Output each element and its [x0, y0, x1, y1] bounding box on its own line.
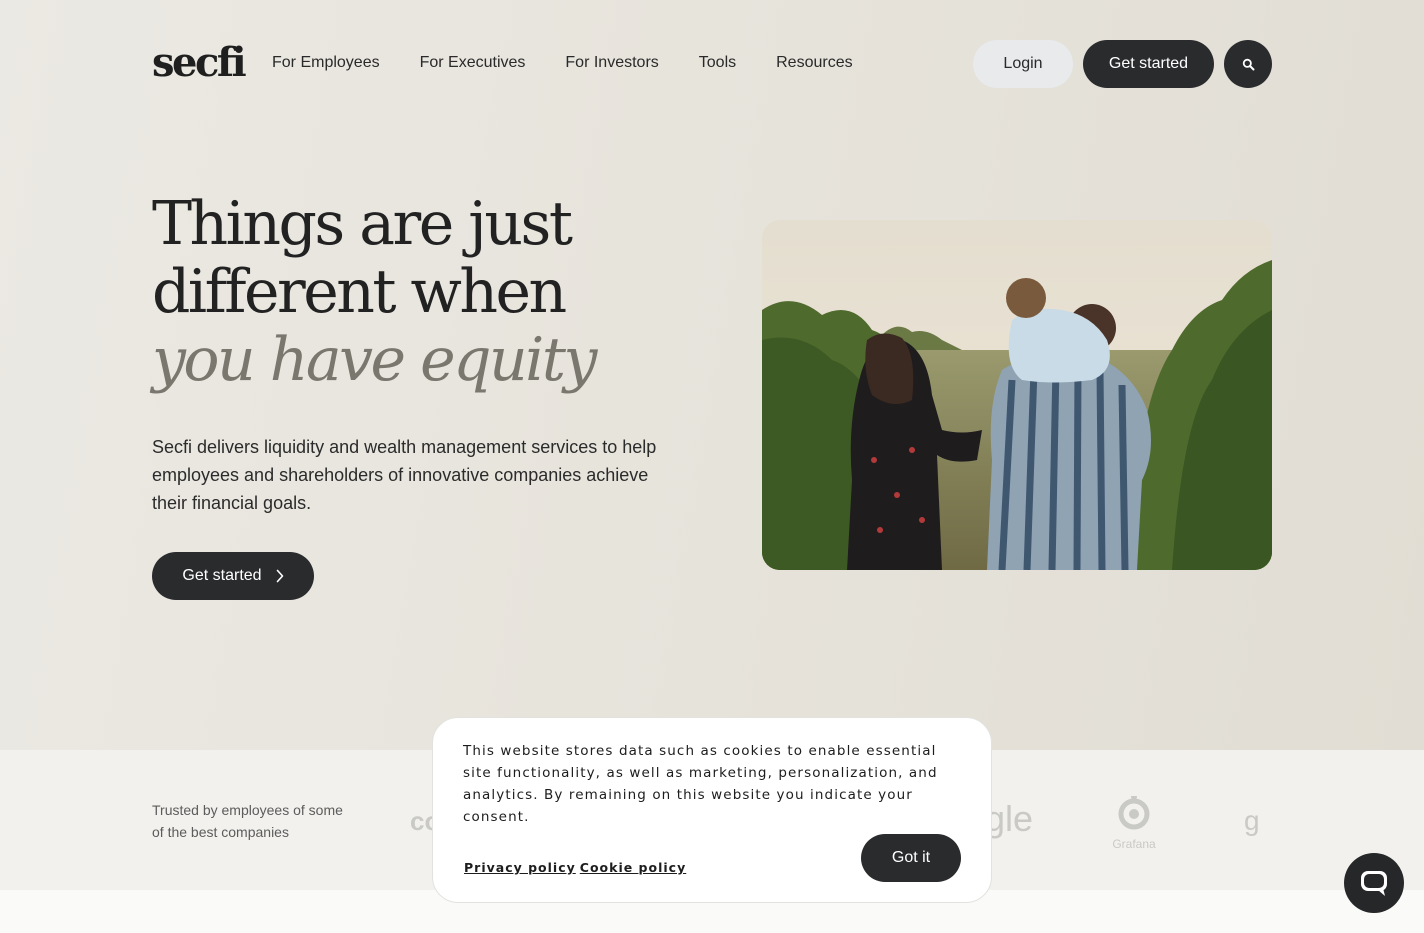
secfi-logo[interactable]: secfi: [152, 40, 247, 86]
company-logo-grafana: Grafana: [1106, 792, 1162, 851]
hero-photo: [762, 220, 1272, 570]
got-it-button[interactable]: Got it: [861, 834, 961, 882]
grafana-logo-icon: [1118, 796, 1150, 830]
hero-headline: Things are just different when you have …: [152, 190, 712, 394]
nav-for-employees[interactable]: For Employees: [272, 52, 380, 74]
cookie-banner: This website stores data such as cookies…: [432, 717, 992, 903]
cookie-policy-link[interactable]: Cookie policy: [580, 860, 686, 875]
login-button[interactable]: Login: [973, 40, 1073, 88]
search-icon: [1242, 58, 1254, 70]
privacy-policy-link[interactable]: Privacy policy: [464, 860, 576, 875]
nav-resources[interactable]: Resources: [776, 52, 852, 74]
nav-for-executives[interactable]: For Executives: [420, 52, 526, 74]
chat-widget-button[interactable]: [1344, 853, 1404, 913]
cookie-message: This website stores data such as cookies…: [463, 743, 938, 825]
hero-cta-label: Get started: [182, 567, 262, 584]
nav-for-investors[interactable]: For Investors: [565, 52, 658, 74]
grafana-label: Grafana: [1112, 837, 1156, 851]
chat-bubble-icon: [1361, 871, 1387, 896]
headline-line-1: Things are just: [152, 189, 573, 259]
search-button[interactable]: [1224, 40, 1272, 88]
company-logo-google: gle: [985, 798, 1034, 839]
chevron-right-icon: [276, 569, 283, 583]
headline-line-2: different when: [152, 257, 567, 327]
hero-get-started-button[interactable]: Get started: [152, 552, 314, 600]
hero-description: Secfi delivers liquidity and wealth mana…: [152, 437, 657, 513]
get-started-button[interactable]: Get started: [1083, 40, 1214, 88]
nav-tools[interactable]: Tools: [699, 52, 736, 74]
cookie-links: Privacy policy Cookie policy: [464, 860, 686, 875]
trusted-by-text: Trusted by employees of some of the best…: [152, 802, 343, 840]
company-logo-4: g: [1244, 805, 1260, 836]
main-nav: For Employees For Executives For Investo…: [272, 52, 853, 74]
headline-line-3: you have equity: [152, 325, 597, 395]
